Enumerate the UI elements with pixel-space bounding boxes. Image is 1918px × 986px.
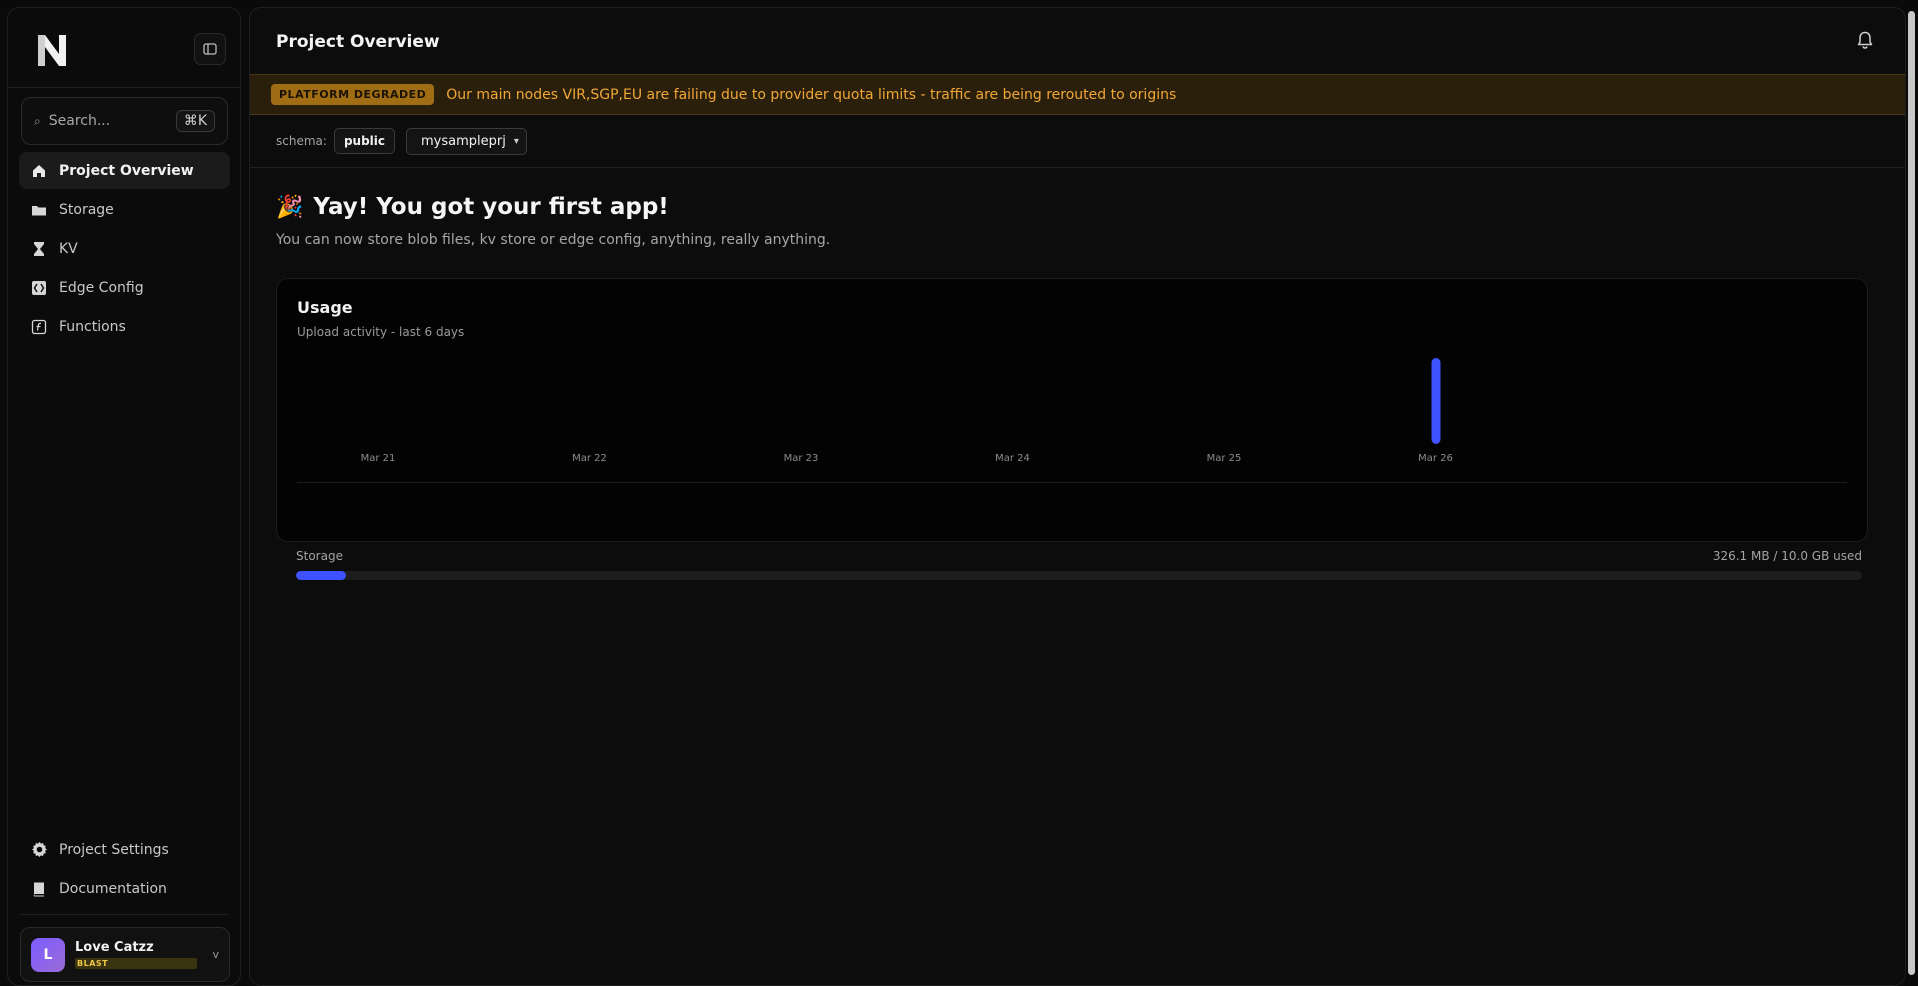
chart-bar[interactable] bbox=[1431, 358, 1440, 444]
status-badge: PLATFORM DEGRADED bbox=[271, 84, 435, 105]
user-menu[interactable]: L Love Catzz BLAST v bbox=[20, 927, 230, 982]
x-tick-label: Mar 22 bbox=[572, 453, 607, 464]
chevron-down-icon: v bbox=[212, 948, 219, 961]
plan-badge: BLAST bbox=[75, 958, 197, 969]
status-message: Our main nodes VIR,SGP,EU are failing du… bbox=[446, 86, 1177, 103]
upload-activity-chart: Mar 21 Mar 22 Mar 23 Mar 24 Mar 25 Mar 26 bbox=[297, 354, 1845, 464]
x-tick-label: Mar 24 bbox=[995, 453, 1030, 464]
sidebar-item-project-settings[interactable]: Project Settings bbox=[19, 831, 230, 868]
chevron-down-icon: ▾ bbox=[513, 135, 519, 147]
sidebar-item-documentation[interactable]: Documentation bbox=[19, 870, 230, 907]
user-name: Love Catzz bbox=[75, 940, 154, 955]
hero-heading: 🎉 Yay! You got your first app! bbox=[276, 194, 669, 220]
party-icon: 🎉 bbox=[276, 194, 304, 220]
sidebar-item-label: Project Settings bbox=[59, 841, 169, 858]
storage-progress-fill bbox=[296, 571, 347, 580]
header: Project Overview bbox=[250, 8, 1905, 74]
notifications-button[interactable] bbox=[1855, 30, 1877, 52]
sidebar-item-project-overview[interactable]: Project Overview bbox=[19, 152, 230, 189]
sidebar-item-label: Storage bbox=[59, 201, 114, 218]
sidebar-item-label: Project Overview bbox=[59, 162, 194, 179]
logo-row bbox=[8, 8, 240, 88]
search-shortcut-badge: ⌘K bbox=[175, 110, 215, 132]
search-input[interactable]: ⌕ Search... ⌘K bbox=[21, 97, 228, 145]
folder-icon bbox=[30, 201, 48, 219]
schema-pill[interactable]: public bbox=[333, 128, 395, 154]
x-tick-label: Mar 23 bbox=[783, 453, 819, 464]
home-icon bbox=[30, 162, 48, 180]
sidebar-item-label: KV bbox=[59, 240, 78, 257]
sidebar-item-storage[interactable]: Storage bbox=[19, 191, 230, 228]
search-icon: ⌕ bbox=[34, 113, 41, 128]
bell-icon bbox=[1857, 31, 1873, 49]
storage-progress-bar bbox=[296, 571, 1862, 580]
storage-label: Storage bbox=[296, 549, 343, 563]
sidebar-item-kv[interactable]: KV bbox=[19, 230, 230, 267]
avatar: L bbox=[31, 937, 65, 972]
app-root: ⌕ Search... ⌘K Project Overview Storage bbox=[0, 0, 1918, 986]
schema-label: schema: bbox=[276, 134, 327, 148]
sidebar-item-functions[interactable]: Functions bbox=[19, 308, 230, 345]
sidebar: ⌕ Search... ⌘K Project Overview Storage bbox=[7, 7, 241, 986]
x-tick-label: Mar 25 bbox=[1206, 453, 1242, 464]
sidebar-nav: Project Overview Storage KV Edge Config bbox=[19, 152, 230, 347]
hero-title: Yay! You got your first app! bbox=[313, 194, 669, 220]
x-tick-label: Mar 26 bbox=[1418, 453, 1453, 464]
project-select-value: mysampleprj bbox=[421, 133, 506, 149]
brand-logo[interactable] bbox=[28, 26, 76, 74]
gear-icon bbox=[30, 841, 48, 859]
usage-card: Usage Upload activity - last 6 days Mar … bbox=[276, 278, 1868, 542]
main-panel: Project Overview PLATFORM DEGRADED Our m… bbox=[249, 7, 1906, 986]
x-tick-label: Mar 21 bbox=[360, 453, 396, 464]
sidebar-bottom-nav: Project Settings Documentation bbox=[19, 831, 230, 909]
sidebar-item-label: Functions bbox=[59, 318, 126, 335]
search-placeholder: Search... bbox=[48, 113, 111, 129]
hero-subtitle: You can now store blob files, kv store o… bbox=[276, 232, 831, 248]
storage-used-text: 326.1 MB / 10.0 GB used bbox=[1712, 549, 1862, 563]
code-brackets-icon bbox=[30, 279, 48, 297]
sidebar-item-edge-config[interactable]: Edge Config bbox=[19, 269, 230, 306]
sidebar-toggle-icon bbox=[203, 43, 217, 55]
status-banner: PLATFORM DEGRADED Our main nodes VIR,SGP… bbox=[250, 74, 1905, 115]
card-divider bbox=[297, 482, 1847, 483]
page-scrollbar[interactable] bbox=[1907, 7, 1916, 979]
hourglass-icon bbox=[30, 240, 48, 258]
page-title: Project Overview bbox=[276, 32, 440, 52]
sidebar-divider bbox=[19, 914, 229, 915]
logo-icon bbox=[38, 35, 66, 66]
sidebar-item-label: Documentation bbox=[59, 880, 167, 897]
sidebar-item-label: Edge Config bbox=[59, 279, 144, 296]
usage-title: Usage bbox=[297, 298, 353, 317]
user-info: Love Catzz BLAST bbox=[75, 940, 212, 969]
usage-subtitle: Upload activity - last 6 days bbox=[297, 325, 465, 339]
project-select[interactable]: mysampleprj ▾ bbox=[406, 127, 527, 155]
schema-toolbar: schema: public mysampleprj ▾ bbox=[250, 115, 1905, 168]
function-icon bbox=[30, 318, 48, 336]
scrollbar-thumb[interactable] bbox=[1908, 11, 1915, 975]
sidebar-toggle-button[interactable] bbox=[194, 33, 226, 65]
book-icon bbox=[30, 880, 48, 898]
